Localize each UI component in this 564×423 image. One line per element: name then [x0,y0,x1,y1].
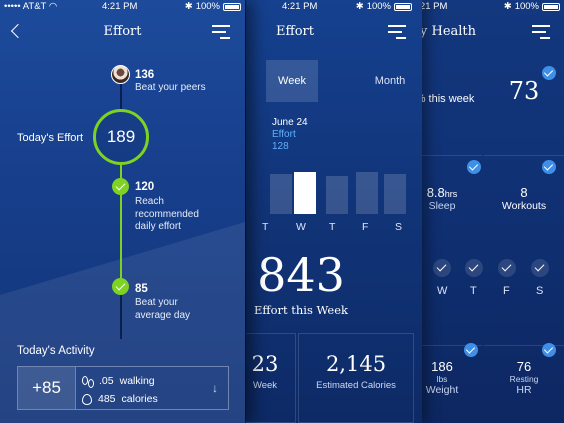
tile-value: 73 [508,77,540,105]
todays-effort-label: Today's Effort [17,132,84,144]
day-check-icon [433,259,451,277]
page-title: y Health [420,24,477,39]
stat-value: 2,145 [325,352,387,376]
timeline-line [120,291,122,339]
arrow-down-icon[interactable]: ↓ [212,381,218,395]
stat-label: Estimated Calories [316,380,396,391]
milestone-value: 120 [135,181,155,193]
day-bar[interactable] [384,174,406,214]
page-title: Effort [103,24,142,39]
tile-value: 8 [520,185,528,200]
check-icon [542,66,556,80]
tooltip-label: Effort [272,129,296,140]
weekly-bars [270,168,410,214]
milestone-label: Beat your average day [135,297,191,321]
health-tile[interactable]: 76 Resting HR [484,343,564,423]
effort-week-screen: 4:21 PM ✱ 100% Effort Week Month June 24… [246,0,422,423]
status-bar: 4:21 PM ✱ 100% [402,0,564,13]
check-icon [467,160,481,174]
walking-value: .05 [99,375,114,387]
health-tile[interactable]: 73 [484,60,564,140]
timeline-line [120,84,122,109]
battery-percent: 100% [195,1,220,12]
milestone-label: Reach recommended daily effort [135,196,199,232]
avatar [111,65,130,84]
weekday-label: T [329,221,336,233]
bluetooth-icon: ✱ [184,1,193,12]
weekday-label: W [296,221,306,233]
tooltip-date: June 24 [272,117,308,128]
check-icon [542,343,556,357]
status-bar: ••••• AT&T ◠ 4:21 PM ✱ 100% [0,0,245,13]
weekday-label: T [262,221,269,233]
day-check-icon [498,259,516,277]
walking-label: walking [119,375,155,387]
check-icon [112,178,129,195]
tab-week[interactable]: Week [266,60,318,102]
tile-unit: Resting [509,374,539,384]
effort-today-screen: ••••• AT&T ◠ 4:21 PM ✱ 100% Effort 136 B… [0,0,245,423]
health-screen: 4:21 PM ✱ 100% y Health 4% this week 73 … [402,0,564,423]
walking-row: .05 walking [82,375,155,388]
battery-percent: 100% [514,1,539,12]
wifi-icon: ◠ [48,1,58,12]
status-time: 4:21 PM [282,1,318,12]
day-label: T [470,285,477,297]
menu-icon[interactable] [388,25,406,39]
day-check-icon [531,259,549,277]
check-icon [112,278,129,295]
tile-label: HR [516,384,532,396]
bar-tooltip: June 24 Effort 128 [272,117,308,153]
weekday-label: S [395,221,403,233]
peer-effort-label: Beat your peers [135,82,206,93]
battery-percent: 100% [366,1,391,12]
peer-effort-value: 136 [135,69,155,81]
week-effort-caption: Effort this Week [254,303,348,317]
day-bar[interactable] [326,176,348,214]
day-bar[interactable] [270,174,292,214]
day-label: F [503,285,510,297]
activity-heading: Today's Activity [17,345,95,357]
status-bar: 4:21 PM ✱ 100% [246,0,422,13]
activity-card[interactable]: +85 .05 walking 485 calories ↓ [17,366,229,410]
page-title: Effort [276,24,314,39]
weekday-label: F [362,221,369,233]
milestone-value: 85 [135,283,148,295]
todays-effort-ring[interactable]: 189 [93,109,149,165]
day-label: S [536,285,544,297]
tile-value: 76 [516,359,532,374]
check-icon [464,343,478,357]
check-icon [542,160,556,174]
battery-icon [542,2,560,11]
stat-tile[interactable]: 23 Week [246,333,296,423]
stat-value: 23 [251,352,279,376]
status-time: 4:21 PM [102,1,138,12]
activity-score: +85 [18,367,76,409]
bluetooth-icon: ✱ [503,1,512,12]
day-check-icon [465,259,483,277]
day-bar[interactable] [356,172,378,214]
health-tile[interactable]: 8 Workouts [484,155,564,225]
bluetooth-icon: ✱ [355,1,364,12]
carrier-name: AT&T [22,1,47,12]
flame-icon [82,393,92,405]
battery-icon [394,2,412,11]
stat-label: Week [252,380,278,391]
calories-label: calories [121,393,158,405]
battery-icon [223,2,241,11]
tile-label: Workouts [501,200,547,212]
menu-icon[interactable] [212,25,230,39]
carrier: ••••• AT&T ◠ [4,1,57,12]
menu-icon[interactable] [532,25,550,39]
tab-month[interactable]: Month [364,60,416,102]
footprints-icon [82,375,94,388]
signal-icon: ••••• [4,1,21,12]
day-bar-selected[interactable] [294,172,316,214]
day-label: W [437,285,448,297]
tooltip-value: 128 [272,141,289,152]
week-effort-value: 843 [257,248,345,302]
stat-tile[interactable]: 2,145 Estimated Calories [298,333,414,423]
calories-row: 485 calories [82,393,158,405]
calories-value: 485 [98,393,116,405]
